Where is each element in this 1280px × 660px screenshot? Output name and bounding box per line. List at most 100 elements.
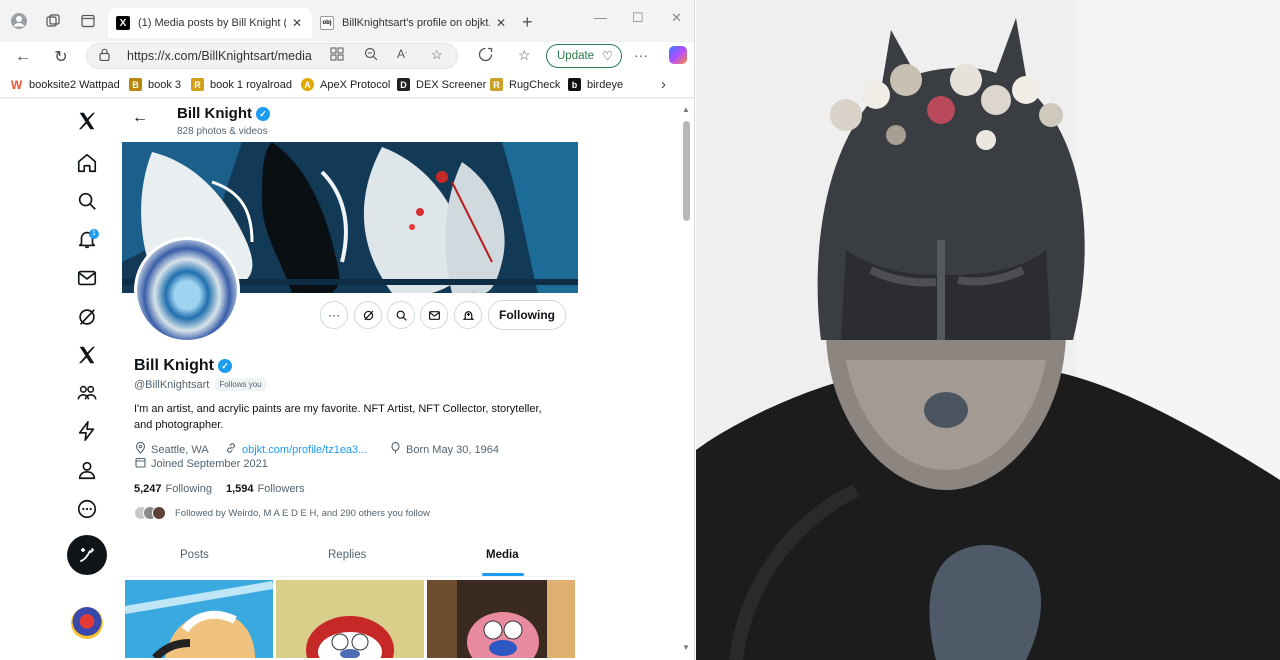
birthday-text: Born May 30, 1964 bbox=[406, 443, 499, 456]
new-tab-icon[interactable]: + bbox=[522, 12, 533, 33]
tab-objkt[interactable]: obj BillKnightsart's profile on objkt.co… bbox=[312, 8, 516, 38]
compose-post-button[interactable] bbox=[67, 535, 107, 575]
media-thumbnail[interactable] bbox=[276, 580, 424, 658]
notify-button[interactable] bbox=[454, 301, 482, 329]
bookmark-wattpad[interactable]: W booksite2 Wattpad bbox=[10, 78, 120, 92]
verified-badge-icon: ✓ bbox=[217, 359, 232, 373]
bookmarks-overflow-icon[interactable]: › bbox=[661, 76, 666, 93]
update-button[interactable]: Update ♡ bbox=[546, 44, 622, 68]
notification-badge: 1 bbox=[89, 229, 99, 239]
minimize-icon[interactable]: — bbox=[594, 10, 607, 25]
messages-icon[interactable] bbox=[66, 260, 108, 296]
account-avatar[interactable] bbox=[71, 607, 103, 639]
bookmark-label: book 3 bbox=[148, 78, 182, 91]
bookmark-apex[interactable]: A ApeX Protocol bbox=[301, 78, 390, 91]
bookmark-rugcheck[interactable]: R RugCheck bbox=[490, 78, 560, 91]
more-menu-icon[interactable]: ··· bbox=[634, 47, 648, 63]
calendar-icon bbox=[135, 457, 146, 471]
bookmark-label: DEX Screener bbox=[416, 78, 487, 91]
rugcheck-icon: R bbox=[490, 78, 503, 91]
x-logo-icon[interactable] bbox=[66, 103, 108, 139]
search-profile-button[interactable] bbox=[387, 301, 415, 329]
cartoon-hero-image bbox=[125, 580, 273, 658]
extensions-icon[interactable] bbox=[478, 47, 493, 65]
tab-replies[interactable]: Replies bbox=[328, 549, 366, 561]
favorites-icon[interactable]: ☆ bbox=[518, 47, 531, 64]
active-tab-indicator bbox=[482, 573, 524, 576]
media-thumbnail[interactable] bbox=[427, 580, 575, 658]
header-name: Bill Knight ✓ bbox=[177, 105, 270, 122]
bookmark-royalroad[interactable]: R book 1 royalroad bbox=[191, 78, 292, 91]
bookmark-label: ApeX Protocol bbox=[320, 78, 391, 91]
bookmark-book3[interactable]: B book 3 bbox=[129, 78, 181, 91]
scroll-down-icon[interactable]: ▼ bbox=[682, 643, 690, 652]
copilot-icon[interactable] bbox=[669, 46, 687, 64]
followers-stat[interactable]: 1,594 Followers bbox=[226, 483, 305, 495]
book-icon: B bbox=[129, 78, 142, 91]
address-bar: ← ↻ https://x.com/BillKnightsart/media A… bbox=[0, 42, 694, 72]
bookmark-birdeye[interactable]: b birdeye bbox=[568, 78, 623, 91]
tab-posts[interactable]: Posts bbox=[180, 549, 209, 561]
app-available-icon[interactable] bbox=[330, 47, 344, 64]
search-icon[interactable] bbox=[66, 183, 108, 219]
close-window-icon[interactable]: ✕ bbox=[671, 10, 682, 26]
back-arrow-icon[interactable]: ← bbox=[132, 109, 148, 127]
grok-icon[interactable] bbox=[66, 299, 108, 335]
url-text[interactable]: https://x.com/BillKnightsart/media bbox=[127, 49, 312, 63]
person-in-batman-mask-image bbox=[696, 0, 1280, 660]
x-favicon-icon: X bbox=[116, 16, 130, 30]
handle-text: @BillKnightsart bbox=[134, 378, 210, 391]
profile-nav-icon[interactable] bbox=[66, 452, 108, 488]
workspaces-icon[interactable] bbox=[44, 12, 62, 30]
tab-x-media[interactable]: X (1) Media posts by Bill Knight (@ ✕ bbox=[108, 8, 312, 38]
home-icon[interactable] bbox=[66, 145, 108, 181]
more-options-button[interactable]: ··· bbox=[320, 301, 348, 329]
notifications-icon[interactable] bbox=[66, 221, 108, 257]
profile-avatar[interactable] bbox=[134, 237, 240, 343]
scrollbar-thumb[interactable] bbox=[683, 121, 690, 221]
close-tab-icon[interactable]: ✕ bbox=[496, 16, 506, 30]
following-button[interactable]: Following bbox=[488, 300, 566, 330]
bookmark-label: book 1 royalroad bbox=[210, 78, 292, 91]
refresh-icon[interactable]: ↻ bbox=[50, 46, 72, 68]
zoom-icon[interactable] bbox=[364, 47, 378, 64]
communities-icon[interactable] bbox=[66, 375, 108, 411]
header-name-text: Bill Knight bbox=[177, 105, 252, 122]
tab-actions-icon[interactable] bbox=[79, 12, 97, 30]
followers-you-know[interactable]: Followed by Weirdo, M A E D E H, and 290… bbox=[134, 506, 430, 520]
followed-by-text: Followed by Weirdo, M A E D E H, and 290… bbox=[175, 507, 430, 519]
close-tab-icon[interactable]: ✕ bbox=[292, 16, 302, 30]
bookmark-label: birdeye bbox=[587, 78, 624, 91]
profile-name-text: Bill Knight bbox=[134, 357, 214, 374]
favorite-star-icon[interactable]: ☆ bbox=[431, 47, 443, 63]
profile-handle: @BillKnightsart Follows you bbox=[134, 378, 266, 391]
verified-orgs-icon[interactable] bbox=[66, 413, 108, 449]
x-premium-icon[interactable] bbox=[66, 337, 108, 373]
maximize-icon[interactable]: ☐ bbox=[632, 10, 644, 26]
profile-tabs: Posts Replies Media bbox=[122, 539, 578, 577]
following-stat[interactable]: 5,247 Following bbox=[134, 483, 212, 495]
read-aloud-icon[interactable]: Aʼ bbox=[397, 47, 407, 61]
birthday: Born May 30, 1964 bbox=[390, 441, 499, 457]
bookmark-label: booksite2 Wattpad bbox=[29, 78, 120, 91]
more-icon[interactable] bbox=[66, 491, 108, 527]
grok-profile-button[interactable] bbox=[354, 301, 382, 329]
message-button[interactable] bbox=[420, 301, 448, 329]
cartoon-dog-image bbox=[427, 580, 575, 658]
webcam-feed bbox=[696, 0, 1280, 660]
location-text: Seattle, WA bbox=[151, 443, 209, 456]
site-info-icon[interactable] bbox=[99, 48, 113, 64]
website: objkt.com/profile/tz1ea3... bbox=[225, 442, 367, 457]
profile-icon[interactable] bbox=[10, 12, 28, 30]
objkt-favicon-icon: obj bbox=[320, 16, 334, 30]
bookmark-dexscreener[interactable]: D DEX Screener bbox=[397, 78, 486, 91]
cartoon-cat-image bbox=[276, 580, 424, 658]
tab-media[interactable]: Media bbox=[486, 549, 519, 561]
following-label: Following bbox=[165, 483, 212, 495]
media-thumbnail[interactable] bbox=[125, 580, 273, 658]
scroll-up-icon[interactable]: ▲ bbox=[682, 105, 690, 114]
website-link[interactable]: objkt.com/profile/tz1ea3... bbox=[242, 444, 367, 456]
tab-bar: X (1) Media posts by Bill Knight (@ ✕ ob… bbox=[0, 0, 694, 42]
back-icon[interactable]: ← bbox=[12, 46, 34, 68]
followers-label: Followers bbox=[257, 483, 305, 495]
